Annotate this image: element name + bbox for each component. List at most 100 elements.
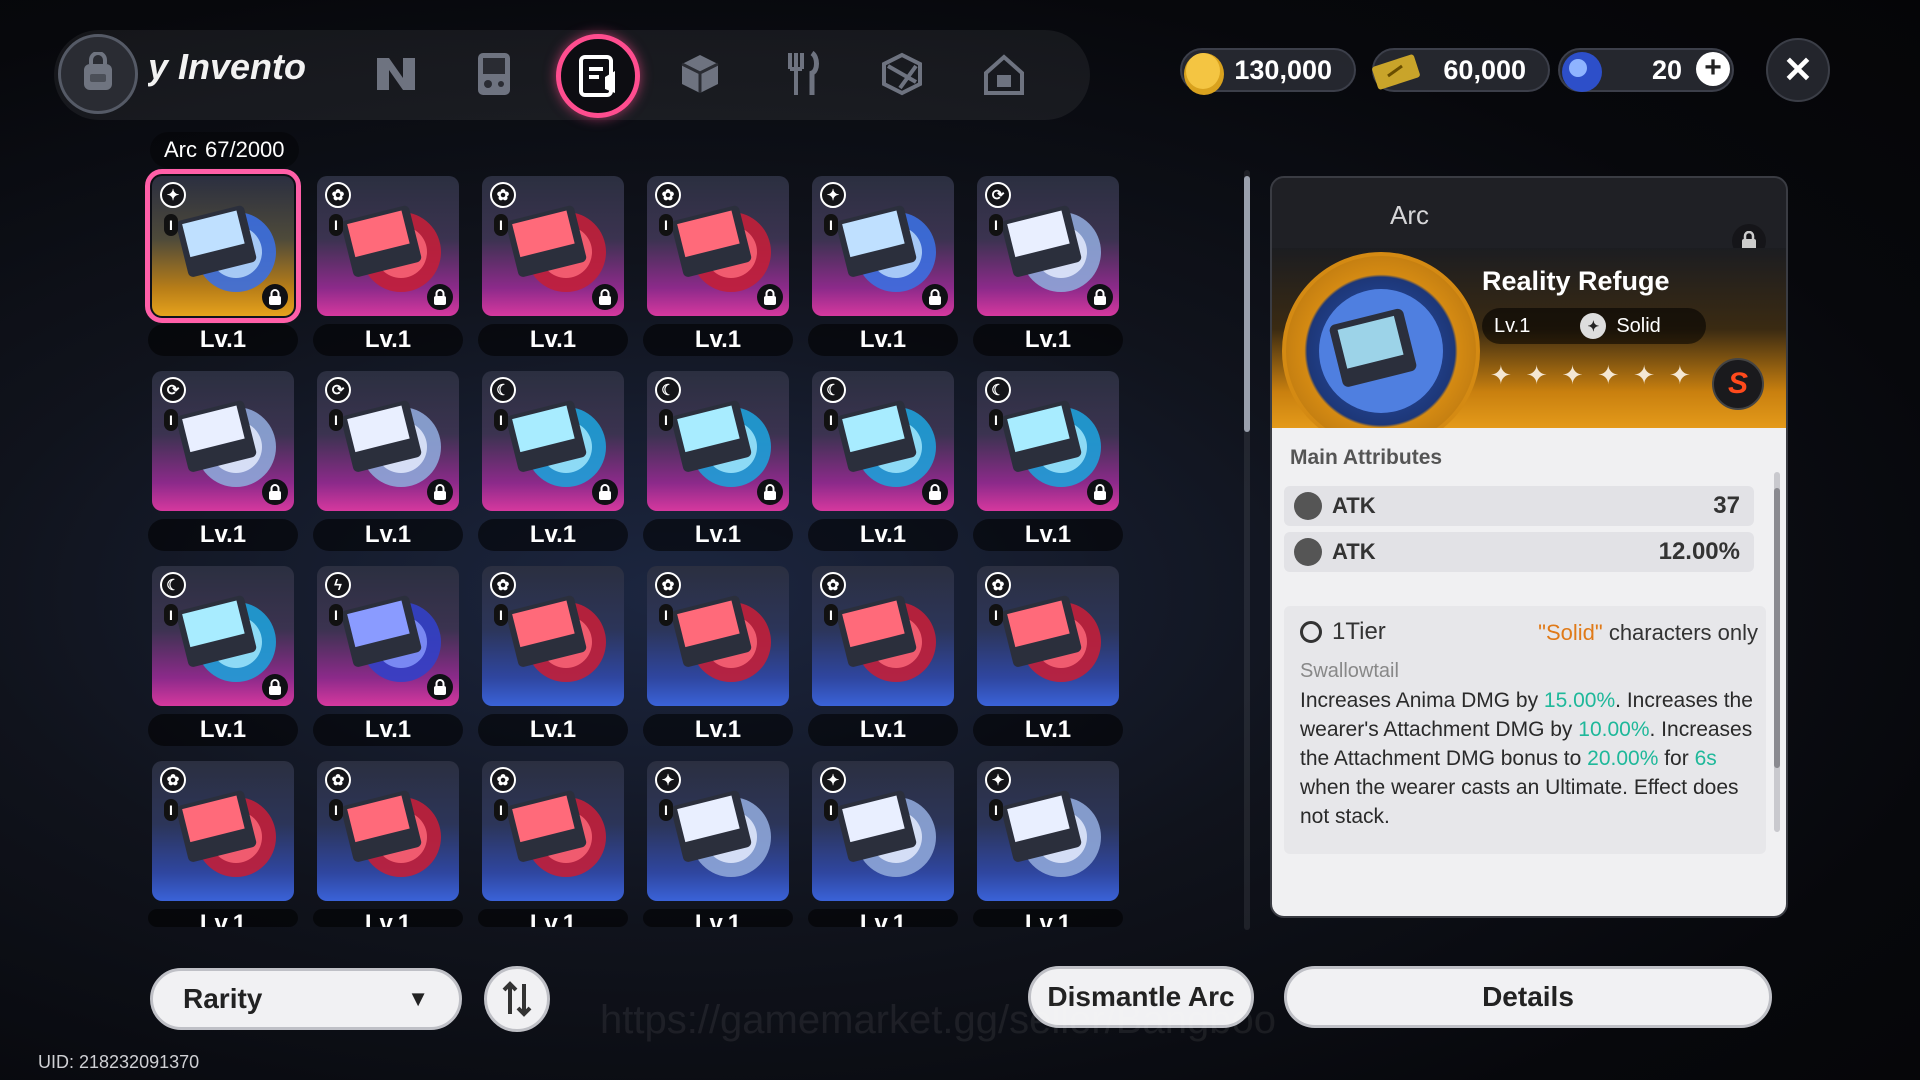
arc-attribute: Solid (1616, 314, 1661, 337)
arc-item-card[interactable]: ✦ I (812, 761, 954, 901)
arc-item-card[interactable]: ✿ I (152, 761, 294, 901)
element-type-icon: ☾ (490, 377, 516, 403)
lock-icon (262, 479, 288, 505)
arc-item-card[interactable]: ☾ I (977, 371, 1119, 511)
tab-n-logo-icon[interactable] (364, 42, 428, 106)
element-type-icon: ✿ (490, 767, 516, 793)
arc-item-card[interactable]: ✿ I (482, 566, 624, 706)
arc-item-card[interactable]: ✿ I (482, 761, 624, 901)
arc-item-card[interactable]: ✦ I (977, 761, 1119, 901)
arc-artwork (1001, 400, 1101, 487)
effect-description: Increases Anima DMG by 15.00%. Increases… (1300, 686, 1760, 831)
ticket-currency: 60,000 (1372, 48, 1550, 92)
gem-orb-icon (1562, 52, 1602, 92)
tier-icon (1300, 621, 1322, 643)
tier-marker-icon: I (659, 799, 673, 821)
lock-icon (592, 479, 618, 505)
backpack-icon[interactable] (58, 34, 138, 114)
tab-arc-record-icon[interactable] (556, 34, 640, 118)
attribute-value: 12.00% (1658, 538, 1740, 565)
arc-name: Reality Refuge (1482, 266, 1670, 296)
detail-panel: Arc Reality Refuge Lv.1 ✦ Solid ✦ ✦ ✦ ✦ ✦ ✦ S… (1270, 176, 1788, 918)
arc-item-card[interactable]: ⟳ I (317, 371, 459, 511)
lock-icon (427, 674, 453, 700)
ticket-icon (1372, 54, 1420, 90)
lock-icon (262, 674, 288, 700)
arc-item-card[interactable]: ϟI (317, 566, 459, 706)
tier-marker-icon: I (494, 214, 508, 236)
tab-house-icon[interactable] (972, 42, 1036, 106)
restriction-quote: "Solid" (1538, 620, 1603, 645)
arc-item-card[interactable]: ✦ I (145, 169, 301, 323)
panel-header: Arc (1272, 178, 1786, 248)
element-type-icon: ✦ (985, 767, 1011, 793)
arc-item-card[interactable]: ☾ I (152, 566, 294, 706)
arc-item-card[interactable]: ☾ I (812, 371, 954, 511)
tab-fork-knife-icon[interactable] (770, 42, 834, 106)
tab-package-icon[interactable] (870, 42, 934, 106)
refine-stars: ✦ ✦ ✦ ✦ ✦ ✦ (1490, 360, 1691, 391)
user-id: UID: 218232091370 (38, 1052, 200, 1072)
item-level-label: Lv.1 (808, 909, 958, 927)
element-type-icon: ⟳ (160, 377, 186, 403)
star-icon: ✦ (1490, 360, 1512, 390)
effect-name: Swallowtail (1300, 660, 1399, 682)
attribute-name: ATK (1332, 493, 1376, 518)
element-type-icon: ✦ (820, 182, 846, 208)
tier-marker-icon: I (329, 214, 343, 236)
sort-order-button[interactable] (484, 966, 550, 1032)
arc-artwork (506, 400, 606, 487)
lock-icon (922, 284, 948, 310)
solid-attribute-icon: ✦ (1580, 313, 1607, 339)
close-button[interactable]: ✕ (1766, 38, 1830, 102)
detail-scrollbar-thumb[interactable] (1774, 488, 1780, 768)
arc-item-card[interactable]: ✿ I (977, 566, 1119, 706)
item-level-label: Lv.1 (148, 324, 298, 356)
tier-marker-icon: I (989, 409, 1003, 431)
item-level-label: Lv.1 (643, 324, 793, 356)
chevron-down-icon: ▼ (407, 986, 429, 1011)
lock-icon (1087, 284, 1113, 310)
item-level-label: Lv.1 (478, 714, 628, 746)
arc-artwork (671, 205, 771, 292)
add-gems-button[interactable]: + (1696, 52, 1730, 86)
arc-item-card[interactable]: ⟳ I (977, 176, 1119, 316)
tier-marker-icon: I (164, 799, 178, 821)
arc-item-card[interactable]: ✦ I (812, 176, 954, 316)
arc-artwork (341, 790, 441, 877)
arc-item-card[interactable]: ☾ I (482, 371, 624, 511)
arc-item-card[interactable]: ☾ I (647, 371, 789, 511)
arc-item-card[interactable]: ✿ I (317, 761, 459, 901)
element-type-icon: ⟳ (325, 377, 351, 403)
tier-marker-icon: I (329, 799, 343, 821)
effect-text-segment: Increases Anima DMG by (1300, 689, 1544, 712)
attribute-row: ATK 37 (1284, 486, 1754, 526)
arc-artwork (506, 595, 606, 682)
attribute-row: ATK 12.00% (1284, 532, 1754, 572)
tab-cube-icon[interactable] (668, 42, 732, 106)
arc-item-card[interactable]: ✿ I (482, 176, 624, 316)
gold-coin-icon (1184, 53, 1224, 95)
arc-item-card[interactable]: ✿ I (647, 566, 789, 706)
item-level-label: Lv.1 (643, 519, 793, 551)
item-level-label: Lv.1 (148, 519, 298, 551)
element-type-icon: ☾ (985, 377, 1011, 403)
arc-level-attribute: Lv.1 ✦ Solid (1482, 308, 1706, 344)
grid-scrollbar-thumb[interactable] (1244, 176, 1250, 432)
element-type-icon: ✿ (490, 182, 516, 208)
tab-handheld-icon[interactable] (462, 42, 526, 106)
arc-item-card[interactable]: ✿ I (812, 566, 954, 706)
arc-item-card[interactable]: ✿ I (647, 176, 789, 316)
details-button[interactable]: Details (1284, 966, 1772, 1028)
arc-item-card[interactable]: ✦ I (647, 761, 789, 901)
effect-value: 15.00% (1543, 689, 1616, 712)
arc-item-card[interactable]: ✿ I (317, 176, 459, 316)
star-icon: ✦ (1561, 360, 1584, 390)
rarity-filter-dropdown[interactable]: Rarity ▼ (150, 968, 462, 1030)
s-rank-badge: S (1712, 358, 1764, 410)
lock-icon (757, 479, 783, 505)
tier-marker-icon: I (494, 604, 508, 626)
element-type-icon: ☾ (655, 377, 681, 403)
arc-item-card[interactable]: ⟳ I (152, 371, 294, 511)
element-type-icon: ✦ (160, 182, 186, 208)
